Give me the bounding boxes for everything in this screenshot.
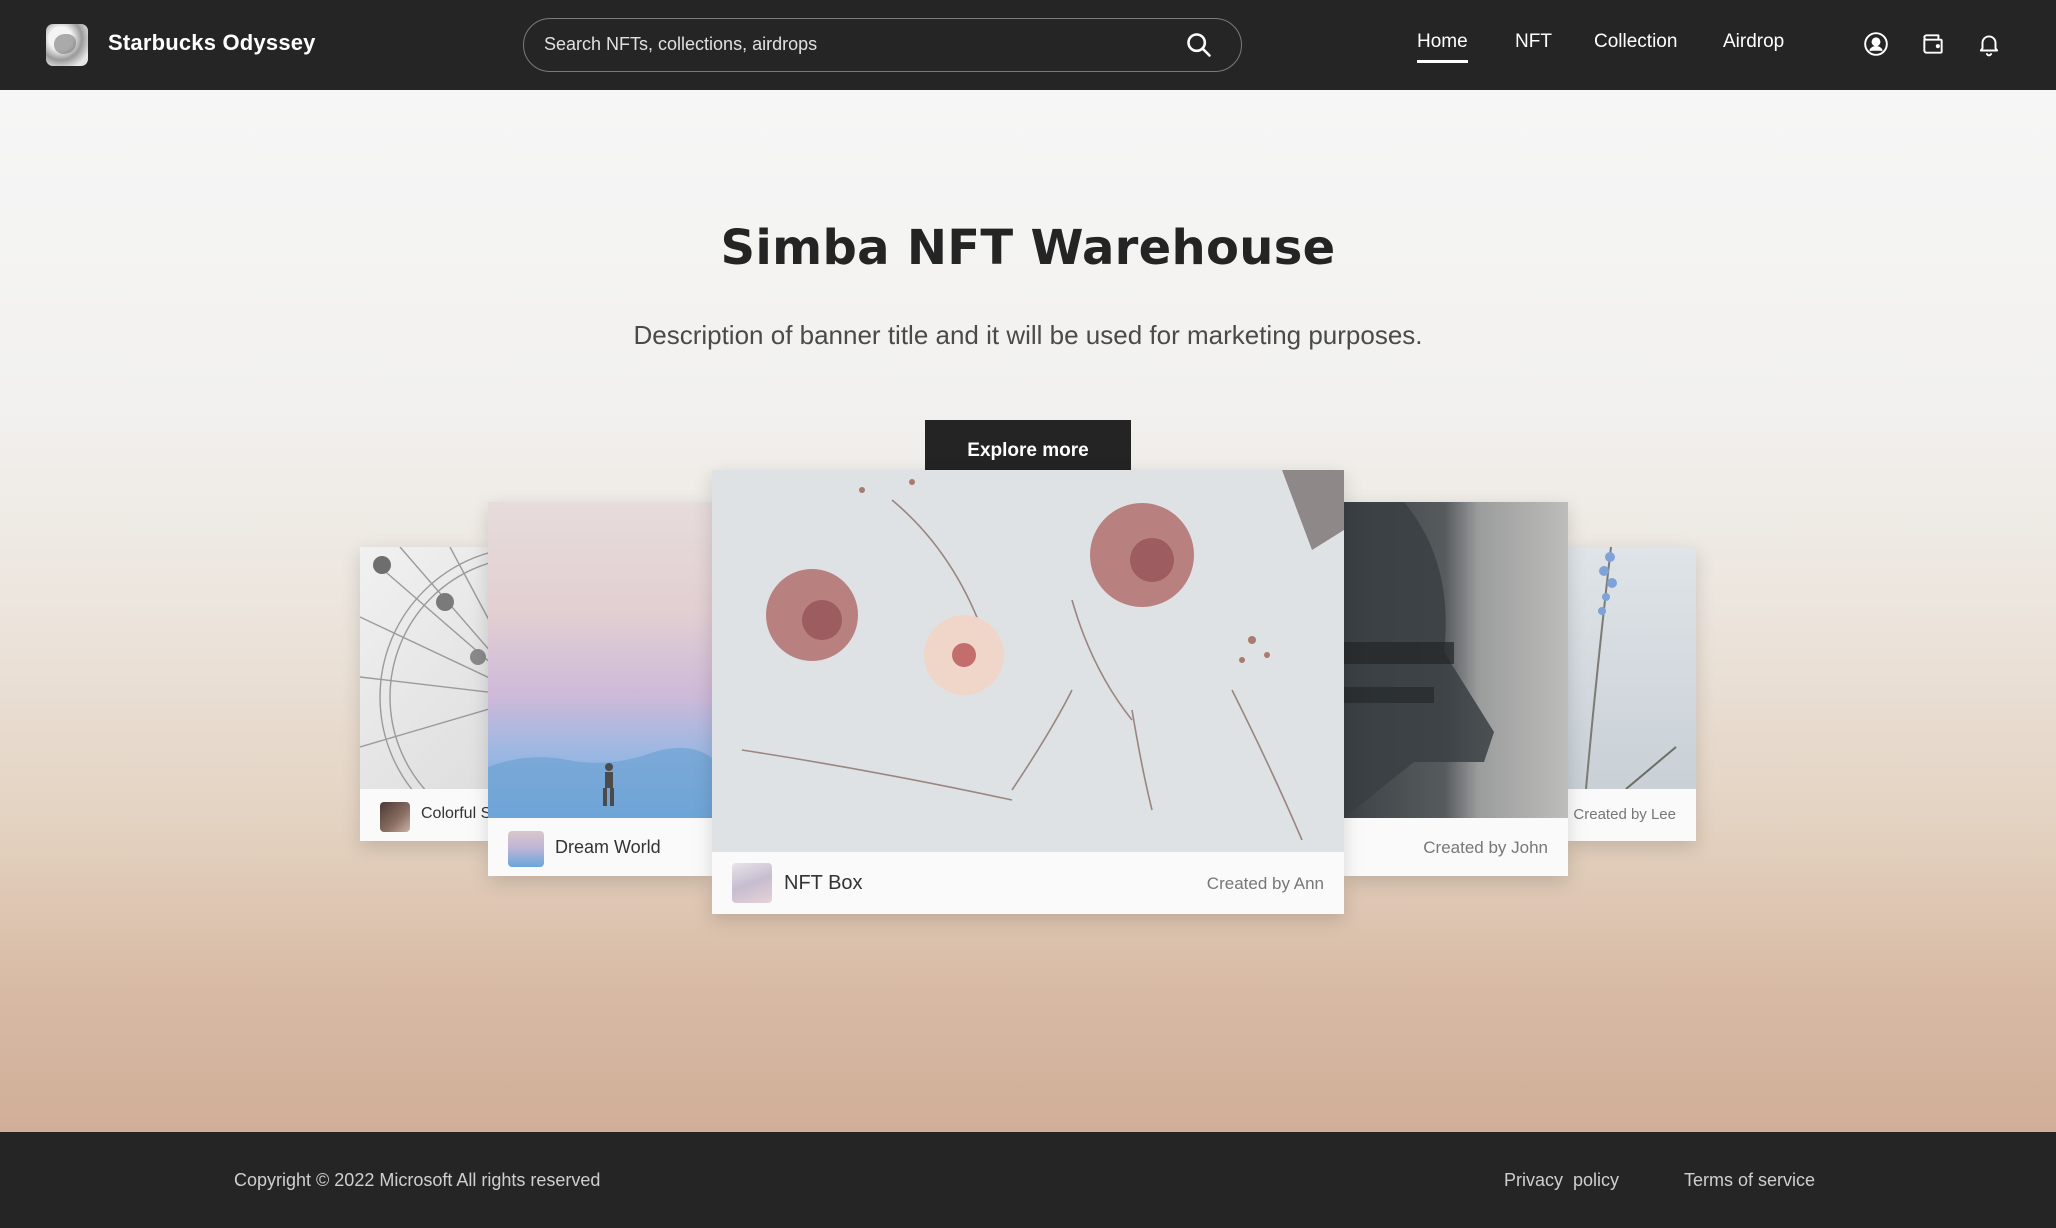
wallet-icon[interactable]	[1920, 31, 1946, 57]
nft-card-image	[1566, 547, 1696, 789]
search-input[interactable]	[544, 19, 1164, 70]
nft-card-footer: Dream World	[488, 818, 712, 876]
search-icon[interactable]	[1185, 31, 1213, 59]
collection-avatar	[732, 863, 772, 903]
nft-card-colorful[interactable]: Colorful S	[360, 547, 490, 841]
nft-card-footer: Colorful S	[360, 789, 490, 841]
nft-card-name: NFT Box	[784, 872, 863, 894]
nft-card-nft-box[interactable]: NFT Box Created by Ann	[712, 470, 1344, 914]
bell-icon[interactable]	[1976, 31, 2002, 57]
brand-logo[interactable]	[46, 24, 88, 66]
nft-card-image	[1344, 502, 1568, 818]
nft-card-image	[360, 547, 490, 789]
dream-world-image	[488, 747, 712, 818]
figure-image	[1344, 502, 1494, 818]
hero-title: Simba NFT Warehouse	[720, 220, 1336, 276]
nav-collection[interactable]: Collection	[1594, 31, 1677, 53]
nft-card-name: Dream World	[555, 837, 661, 857]
nft-card-footer: Created by Lee	[1566, 789, 1696, 841]
nav-home[interactable]: Home	[1417, 31, 1468, 63]
privacy-policy-link[interactable]: Privacy policy	[1504, 1170, 1619, 1191]
collection-avatar	[508, 831, 544, 867]
flowers-image	[712, 470, 1344, 852]
nft-card-john[interactable]: Created by John	[1344, 502, 1568, 876]
nft-card-footer: Created by John	[1344, 818, 1568, 876]
nft-card-image	[712, 470, 1344, 852]
brand-name[interactable]: Starbucks Odyssey	[108, 30, 316, 56]
nft-card-creator: Created by Ann	[1206, 874, 1324, 893]
nft-card-dream-world[interactable]: Dream World	[488, 502, 712, 876]
page-footer: Copyright © 2022 Microsoft All rights re…	[0, 1132, 2056, 1228]
nft-card-image	[488, 502, 712, 818]
hero-description: Description of banner title and it will …	[633, 320, 1423, 350]
search-bar	[523, 18, 1242, 72]
nft-card-footer: NFT Box Created by Ann	[712, 852, 1344, 914]
ferris-wheel-image	[360, 547, 490, 789]
nft-card-creator: Created by John	[1423, 838, 1548, 857]
nft-card-creator: Created by Lee	[1573, 806, 1676, 823]
blue-flower-image	[1585, 547, 1677, 789]
copyright-text: Copyright © 2022 Microsoft All rights re…	[234, 1170, 601, 1190]
nav-airdrop[interactable]: Airdrop	[1723, 31, 1784, 53]
terms-of-service-link[interactable]: Terms of service	[1684, 1170, 1815, 1191]
nav-nft[interactable]: NFT	[1515, 31, 1552, 53]
user-circle-icon[interactable]	[1863, 31, 1889, 57]
nft-card-lee[interactable]: Created by Lee	[1566, 547, 1696, 841]
collection-avatar	[380, 802, 410, 832]
nft-card-name: Colorful S	[421, 805, 490, 822]
top-navigation-bar: Starbucks Odyssey Home NFT Collection Ai…	[0, 0, 2056, 90]
